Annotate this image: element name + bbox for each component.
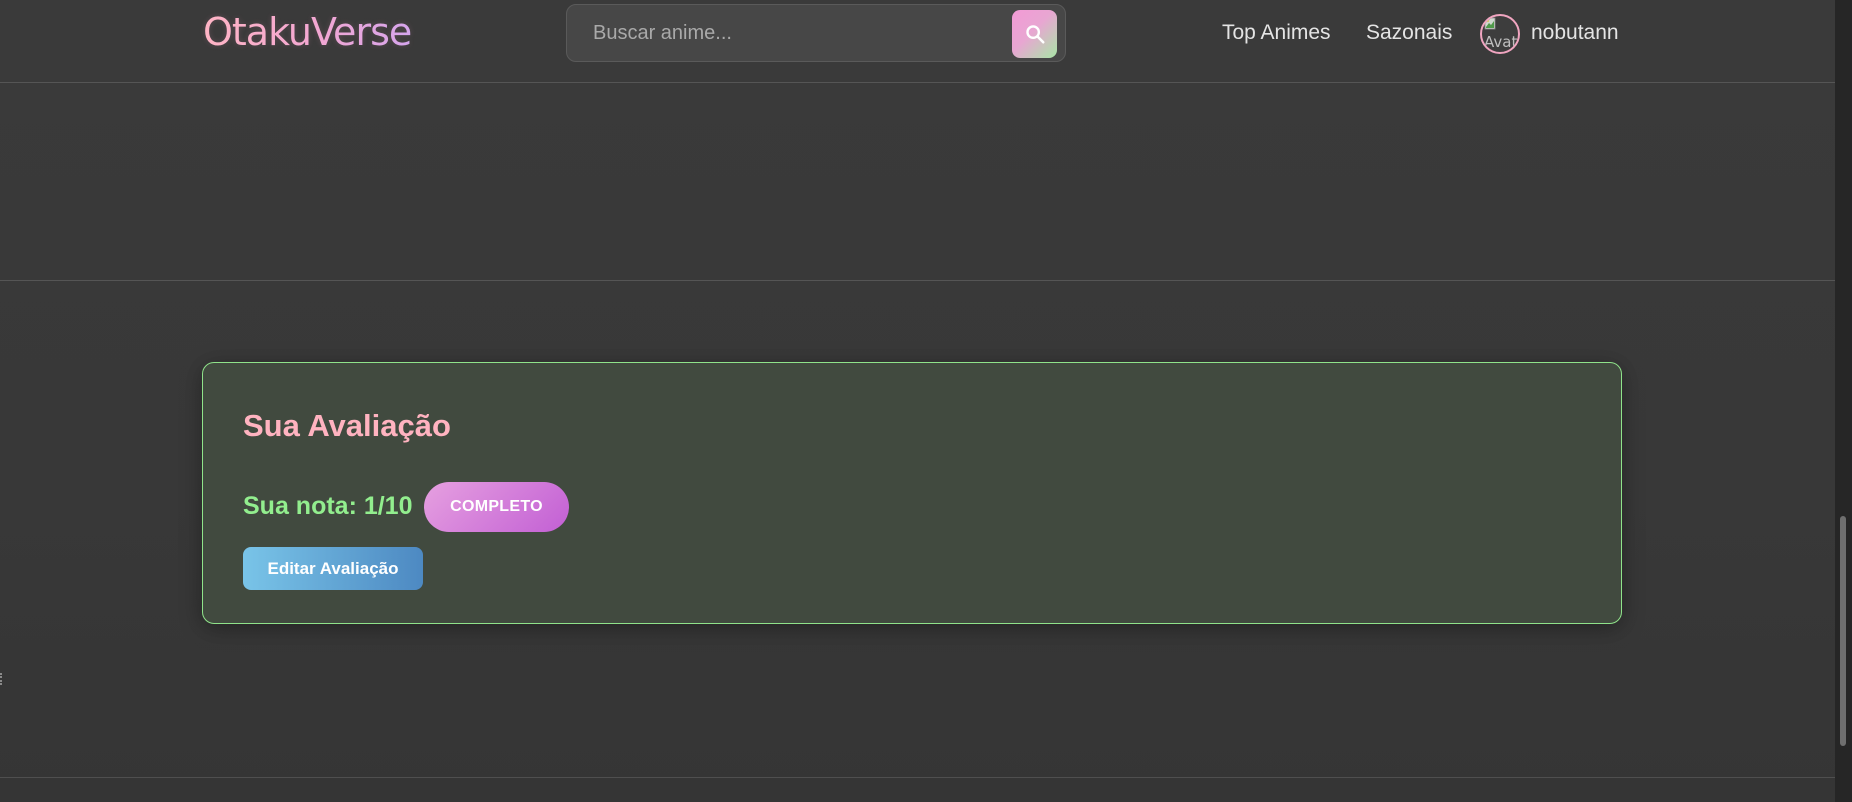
avatar-alt-text: Avatar bbox=[1484, 33, 1518, 51]
nav-sazonais[interactable]: Sazonais bbox=[1366, 20, 1452, 46]
page-scrollbar[interactable] bbox=[1835, 0, 1852, 802]
rating-card: Sua Avaliação Sua nota: 1/10 COMPLETO Ed… bbox=[202, 362, 1622, 624]
user-avatar[interactable]: Avatar bbox=[1480, 14, 1520, 54]
search-icon bbox=[1025, 25, 1045, 44]
footer-divider bbox=[0, 777, 1835, 778]
username[interactable]: nobutann bbox=[1531, 20, 1619, 46]
search-input[interactable] bbox=[567, 5, 1007, 61]
page: OtakuVerse Top Animes Sazonais Avatar no… bbox=[0, 0, 1835, 802]
edge-marker bbox=[0, 673, 3, 685]
section-divider bbox=[0, 280, 1835, 281]
scrollbar-thumb[interactable] bbox=[1840, 516, 1846, 746]
user-score: Sua nota: 1/10 bbox=[243, 492, 413, 520]
site-logo[interactable]: OtakuVerse bbox=[203, 8, 412, 56]
rating-card-title: Sua Avaliação bbox=[243, 408, 451, 443]
status-badge: COMPLETO bbox=[424, 482, 569, 532]
nav-top-animes[interactable]: Top Animes bbox=[1222, 20, 1331, 46]
broken-image-icon: Avatar bbox=[1484, 17, 1518, 51]
edit-rating-button[interactable]: Editar Avaliação bbox=[243, 547, 423, 590]
search-bar bbox=[566, 4, 1066, 62]
search-button[interactable] bbox=[1012, 10, 1057, 58]
top-navbar: OtakuVerse Top Animes Sazonais Avatar no… bbox=[0, 0, 1835, 83]
